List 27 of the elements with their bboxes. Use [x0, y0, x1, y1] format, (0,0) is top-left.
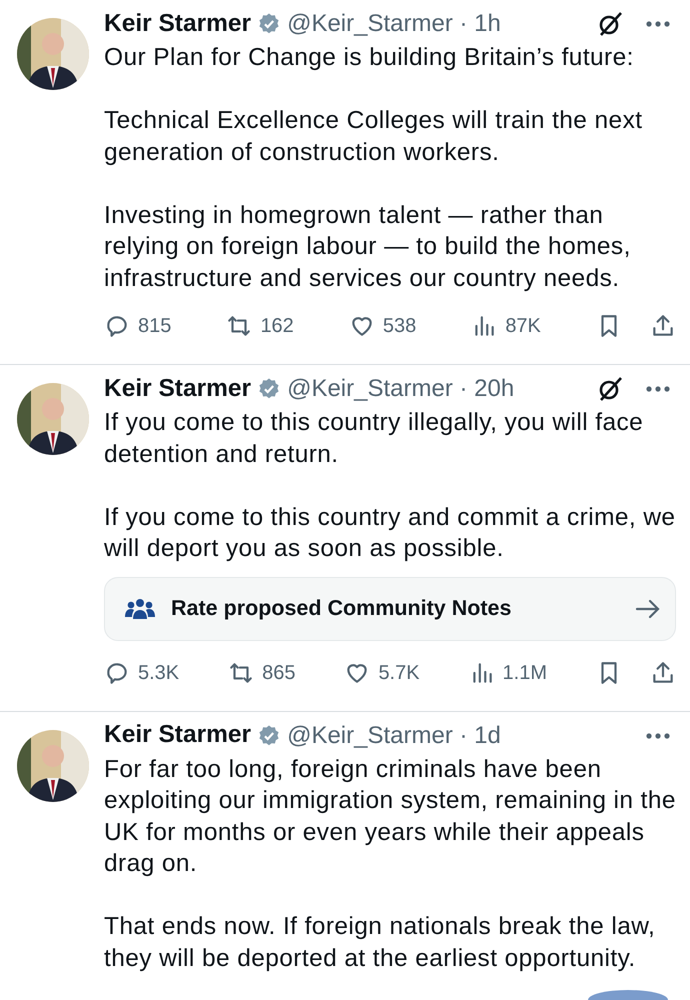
more-options-icon[interactable]: [646, 732, 670, 740]
people-icon: [125, 596, 155, 620]
view-count: 1.1M: [502, 660, 548, 686]
reply-count: 815: [138, 314, 172, 339]
tweet-text: Investing in homegrown talent — rather than relying on foreign labour — to build the homes, infrastructure and services our country needs.: [104, 200, 632, 294]
view-count: 87K: [505, 314, 541, 339]
more-options-icon[interactable]: [646, 385, 670, 393]
tweet-text: If you come to this country and commit a crime, we will deport you as soon as possible.: [104, 502, 676, 564]
like-count: 538: [382, 314, 416, 339]
tweet-text: Technical Excellence Colleges will train the next generation of construction workers.: [104, 106, 644, 168]
community-notes-prompt[interactable]: Rate proposed Community Notes: [104, 576, 676, 640]
author-name[interactable]: Keir Starmer: [104, 717, 252, 754]
author-name[interactable]: Keir Starmer: [104, 370, 252, 408]
arrow-right-icon: [635, 598, 661, 618]
author-name[interactable]: Keir Starmer: [104, 6, 252, 42]
tweet-text: If you come to this country illegally, you will face detention and return.: [104, 408, 644, 470]
repost-count: 865: [262, 660, 296, 686]
repost-count: 162: [260, 314, 294, 339]
handle-and-time: @Keir_Starmer · 20h: [287, 374, 514, 404]
handle-and-time: @Keir_Starmer · 1h: [287, 9, 501, 39]
handle-and-time: @Keir_Starmer · 1d: [287, 720, 501, 750]
tweet-text: That ends now. If foreign nationals break the law, they will be deported at the earliest opportunity.: [104, 912, 656, 974]
tweet-text: For far too long, foreign criminals have been exploiting our immigration system, remaining in the UK for months or even years while their appeals drag on.: [104, 754, 676, 879]
tweet-text: Our Plan for Change is building Britain’s future:: [104, 43, 635, 73]
more-options-icon[interactable]: [646, 20, 670, 28]
like-count: 5.7K: [378, 660, 420, 686]
reply-count: 5.3K: [138, 660, 180, 686]
